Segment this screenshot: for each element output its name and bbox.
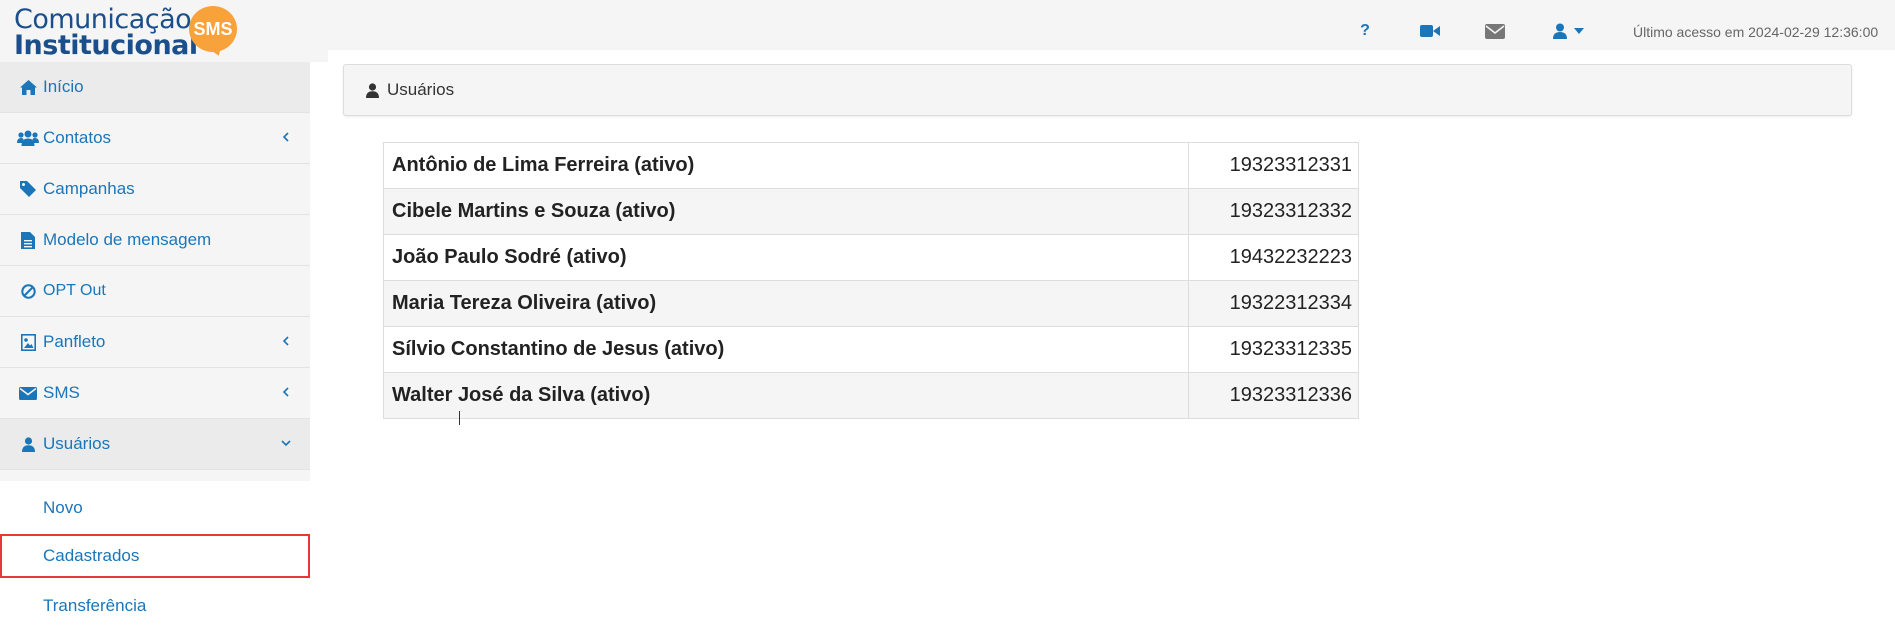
submenu-item-label: Transferência xyxy=(43,596,147,615)
home-icon xyxy=(17,79,39,95)
sidebar-item-contatos[interactable]: Contatos xyxy=(0,113,310,164)
messages-button[interactable] xyxy=(1483,20,1507,42)
last-access-text: Último acesso em 2024-02-29 12:36:00 xyxy=(1633,24,1879,40)
user-phone: 19323312335 xyxy=(1188,326,1359,373)
user-phone: 19323312336 xyxy=(1188,372,1359,419)
users-table: Antônio de Lima Ferreira (ativo) 1932331… xyxy=(383,142,1359,419)
content-top-strip xyxy=(328,50,1895,62)
envelope-icon xyxy=(1485,23,1505,39)
app-logo[interactable]: Comunicação Institucional SMS xyxy=(14,4,244,61)
page-title: Usuários xyxy=(387,80,455,99)
ban-icon xyxy=(17,283,39,299)
chevron-left-icon xyxy=(282,387,289,397)
sidebar-item-opt-out[interactable]: OPT Out xyxy=(0,266,310,317)
sidebar-item-inicio[interactable]: Início xyxy=(0,62,310,113)
user-name: Walter José da Silva (ativo) xyxy=(383,372,1189,419)
user-name: Maria Tereza Oliveira (ativo) xyxy=(383,280,1189,327)
envelope-icon xyxy=(17,386,39,400)
sidebar-item-label: Panfleto xyxy=(43,332,106,351)
sidebar-item-label: SMS xyxy=(43,383,80,402)
sidebar-item-sms[interactable]: SMS xyxy=(0,368,310,419)
user-name: Sílvio Constantino de Jesus (ativo) xyxy=(383,326,1189,373)
user-phone: 19432232223 xyxy=(1188,234,1359,281)
user-name: Cibele Martins e Souza (ativo) xyxy=(383,188,1189,235)
users-icon xyxy=(17,130,39,146)
table-row[interactable]: Antônio de Lima Ferreira (ativo) 1932331… xyxy=(383,142,1359,189)
usuarios-submenu: Novo Cadastrados Transferência xyxy=(0,481,310,618)
chevron-left-icon xyxy=(282,132,289,142)
video-camera-icon xyxy=(1420,25,1440,37)
file-text-icon xyxy=(17,231,39,249)
caret-down-icon xyxy=(1574,28,1584,34)
text-cursor xyxy=(459,411,460,425)
user-phone: 19323312332 xyxy=(1188,188,1359,235)
tag-icon xyxy=(17,181,39,197)
sidebar-item-panfleto[interactable]: Panfleto xyxy=(0,317,310,368)
sidebar-item-label: Usuários xyxy=(43,434,111,453)
user-phone: 19323312331 xyxy=(1188,142,1359,189)
sidebar-item-usuarios[interactable]: Usuários xyxy=(0,419,310,470)
sidebar-item-label: Início xyxy=(43,77,84,96)
sidebar-item-label: Contatos xyxy=(43,128,112,147)
table-row[interactable]: João Paulo Sodré (ativo) 19432232223 xyxy=(383,234,1359,281)
chevron-down-icon xyxy=(281,440,291,447)
user-name: João Paulo Sodré (ativo) xyxy=(383,234,1189,281)
panel-header: Usuários xyxy=(343,64,1852,116)
submenu-item-label: Novo xyxy=(43,498,83,517)
sidebar: Início Contatos Campanhas Modelo de mens… xyxy=(0,62,310,618)
user-name: Antônio de Lima Ferreira (ativo) xyxy=(383,142,1189,189)
table-row[interactable]: Cibele Martins e Souza (ativo) 193233123… xyxy=(383,188,1359,235)
logo-sms-badge: SMS xyxy=(189,6,237,52)
logo-line-2: Institucional xyxy=(14,30,198,61)
sidebar-item-modelo-de-mensagem[interactable]: Modelo de mensagem xyxy=(0,215,310,266)
submenu-item-transferencia[interactable]: Transferência xyxy=(0,584,310,628)
table-row[interactable]: Maria Tereza Oliveira (ativo) 1932231233… xyxy=(383,280,1359,327)
user-icon xyxy=(366,82,379,98)
image-icon xyxy=(17,333,39,351)
user-menu-button[interactable] xyxy=(1548,20,1588,42)
user-icon xyxy=(17,436,39,452)
user-phone: 19322312334 xyxy=(1188,280,1359,327)
table-row[interactable]: Walter José da Silva (ativo) 19323312336 xyxy=(383,372,1359,419)
chevron-left-icon xyxy=(282,336,289,346)
sidebar-item-label: OPT Out xyxy=(43,282,106,299)
submenu-item-cadastrados[interactable]: Cadastrados xyxy=(0,534,310,578)
user-icon xyxy=(1553,23,1567,39)
question-icon: ? xyxy=(1360,22,1370,39)
submenu-item-label: Cadastrados xyxy=(43,546,140,565)
sidebar-item-campanhas[interactable]: Campanhas xyxy=(0,164,310,215)
submenu-item-novo[interactable]: Novo xyxy=(0,486,310,530)
help-button[interactable]: ? xyxy=(1356,20,1374,42)
video-button[interactable] xyxy=(1418,20,1442,42)
sidebar-item-label: Modelo de mensagem xyxy=(43,230,212,249)
table-row[interactable]: Sílvio Constantino de Jesus (ativo) 1932… xyxy=(383,326,1359,373)
sidebar-item-label: Campanhas xyxy=(43,179,135,198)
